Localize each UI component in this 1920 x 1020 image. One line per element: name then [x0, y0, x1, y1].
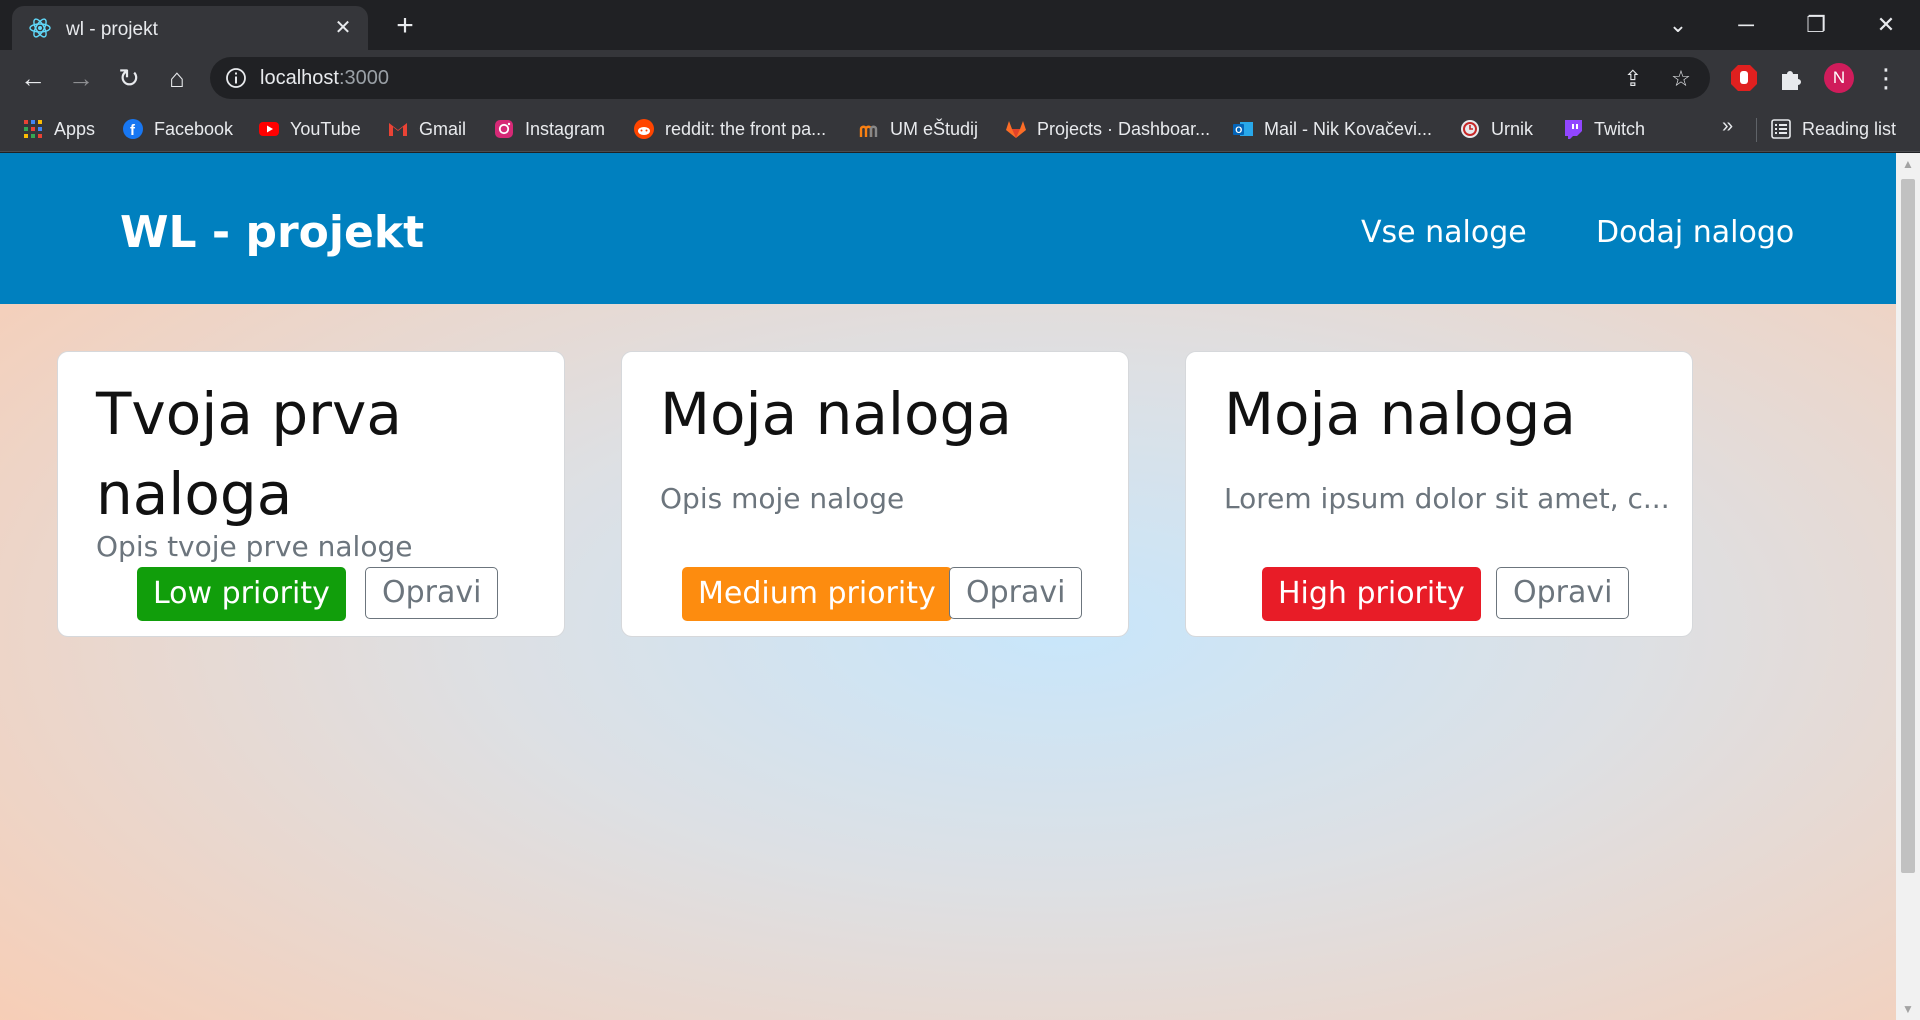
share-icon[interactable]: ⇪: [1620, 66, 1646, 92]
info-icon[interactable]: [224, 66, 248, 90]
profile-avatar[interactable]: N: [1824, 63, 1854, 93]
url-text: localhost:3000: [260, 67, 389, 89]
task-card: Tvoja prva naloga Opis tvoje prve naloge…: [57, 351, 565, 637]
window-close-icon[interactable]: ✕: [1866, 10, 1906, 40]
bookmark-instagram[interactable]: Instagram: [493, 115, 605, 143]
reddit-icon: [634, 119, 654, 139]
bookmark-star-icon[interactable]: ☆: [1668, 66, 1694, 92]
bookmark-youtube[interactable]: YouTube: [258, 115, 361, 143]
task-description: Opis tvoje prve naloge: [96, 530, 413, 563]
home-icon[interactable]: ⌂: [160, 61, 194, 95]
bookmarks-divider: [1756, 118, 1757, 142]
task-description: Opis moje naloge: [660, 482, 905, 515]
minimize-icon[interactable]: ─: [1726, 10, 1766, 40]
priority-badge: High priority: [1262, 567, 1481, 621]
svg-text:O: O: [1235, 125, 1242, 135]
bookmarks-overflow-icon[interactable]: »: [1722, 115, 1733, 138]
bookmark-label: Instagram: [525, 118, 606, 139]
reading-list-icon: [1771, 119, 1791, 139]
gmail-icon: [389, 123, 407, 136]
moodle-icon: [859, 125, 878, 137]
scroll-thumb[interactable]: [1901, 179, 1915, 873]
scroll-up-icon[interactable]: ▲: [1896, 153, 1920, 175]
restore-icon[interactable]: ❐: [1796, 10, 1836, 40]
address-bar[interactable]: localhost:3000 ⇪ ☆: [210, 57, 1710, 99]
extensions-puzzle-icon[interactable]: [1774, 62, 1806, 94]
page-scrollbar[interactable]: ▲ ▼: [1896, 153, 1920, 1020]
tab-search-icon[interactable]: ⌄: [1658, 10, 1698, 40]
urnik-icon: [1461, 120, 1479, 138]
nav-link-dodaj-nalogo[interactable]: Dodaj nalogo: [1596, 215, 1794, 250]
bookmark-label: Twitch: [1594, 118, 1646, 139]
bookmark-facebook[interactable]: f Facebook: [122, 115, 233, 143]
forward-icon[interactable]: →: [64, 61, 98, 95]
twitch-icon: [1565, 120, 1582, 139]
task-title: Tvoja prva naloga: [96, 380, 402, 528]
bookmark-urnik[interactable]: Urnik: [1459, 115, 1533, 143]
opravi-button[interactable]: Opravi: [949, 567, 1083, 619]
youtube-icon: [259, 122, 279, 136]
bookmarks-bar: Apps f Facebook YouTube Gmail Instagram …: [0, 106, 1920, 152]
bookmark-gmail[interactable]: Gmail: [387, 115, 466, 143]
nav-link-vse-naloge[interactable]: Vse naloge: [1361, 215, 1527, 250]
bookmark-label: UM eŠtudij: [890, 118, 979, 139]
tab-strip: wl - projekt ✕ + ⌄ ─ ❐ ✕: [0, 0, 1920, 50]
tab-close-icon[interactable]: ✕: [330, 15, 356, 41]
bookmark-label: YouTube: [290, 118, 361, 139]
bookmark-label: Facebook: [154, 118, 234, 139]
task-card: Moja naloga Opis moje naloge Medium prio…: [621, 351, 1129, 637]
bookmark-um-estudij[interactable]: UM eŠtudij: [858, 115, 978, 143]
task-card: Moja naloga Lorem ipsum dolor sit amet, …: [1185, 351, 1693, 637]
reading-list-label: Reading list: [1802, 118, 1897, 139]
app-brand[interactable]: WL - projekt: [120, 207, 424, 258]
bookmark-apps[interactable]: Apps: [22, 115, 95, 143]
bookmark-label: Apps: [54, 118, 96, 139]
facebook-icon: f: [123, 119, 143, 139]
bookmark-mail[interactable]: O Mail - Nik Kovačevi...: [1232, 115, 1432, 143]
bookmark-reddit[interactable]: reddit: the front pa...: [633, 115, 826, 143]
new-tab-icon[interactable]: +: [388, 10, 422, 44]
bookmark-gitlab[interactable]: Projects · Dashboar...: [1005, 115, 1210, 143]
page-viewport: WL - projekt Vse naloge Dodaj nalogo Tvo…: [0, 153, 1896, 1020]
task-description: Lorem ipsum dolor sit amet, c...: [1224, 482, 1670, 515]
bookmark-label: reddit: the front pa...: [665, 118, 827, 139]
priority-badge: Low priority: [137, 567, 346, 621]
bookmark-label: Mail - Nik Kovačevi...: [1264, 118, 1433, 139]
opravi-button[interactable]: Opravi: [365, 567, 499, 619]
reading-list-button[interactable]: Reading list: [1770, 115, 1896, 143]
menu-dots-icon[interactable]: ⋮: [1872, 61, 1900, 95]
bookmark-label: Urnik: [1491, 118, 1534, 139]
priority-badge: Medium priority: [682, 567, 952, 621]
reload-icon[interactable]: ↻: [112, 61, 146, 95]
task-title: Moja naloga: [660, 380, 1012, 448]
back-icon[interactable]: ←: [16, 61, 50, 95]
app-navbar: WL - projekt Vse naloge Dodaj nalogo: [0, 153, 1896, 304]
opravi-button[interactable]: Opravi: [1496, 567, 1630, 619]
bookmark-label: Gmail: [419, 118, 467, 139]
task-title: Moja naloga: [1224, 380, 1576, 448]
tab-title: wl - projekt: [66, 19, 158, 40]
scroll-down-icon[interactable]: ▼: [1896, 998, 1920, 1020]
instagram-icon: [495, 120, 513, 138]
bookmark-label: Projects · Dashboar...: [1037, 118, 1211, 139]
bookmark-twitch[interactable]: Twitch: [1562, 115, 1645, 143]
gitlab-icon: [1006, 121, 1026, 138]
browser-toolbar: ← → ↻ ⌂ localhost:3000 ⇪ ☆ N ⋮: [0, 50, 1920, 106]
react-icon: [29, 18, 51, 38]
adblock-extension-icon[interactable]: [1728, 62, 1760, 94]
outlook-icon: O: [1233, 122, 1253, 136]
browser-tab[interactable]: wl - projekt ✕: [12, 6, 368, 50]
apps-grid-icon: [24, 120, 42, 138]
